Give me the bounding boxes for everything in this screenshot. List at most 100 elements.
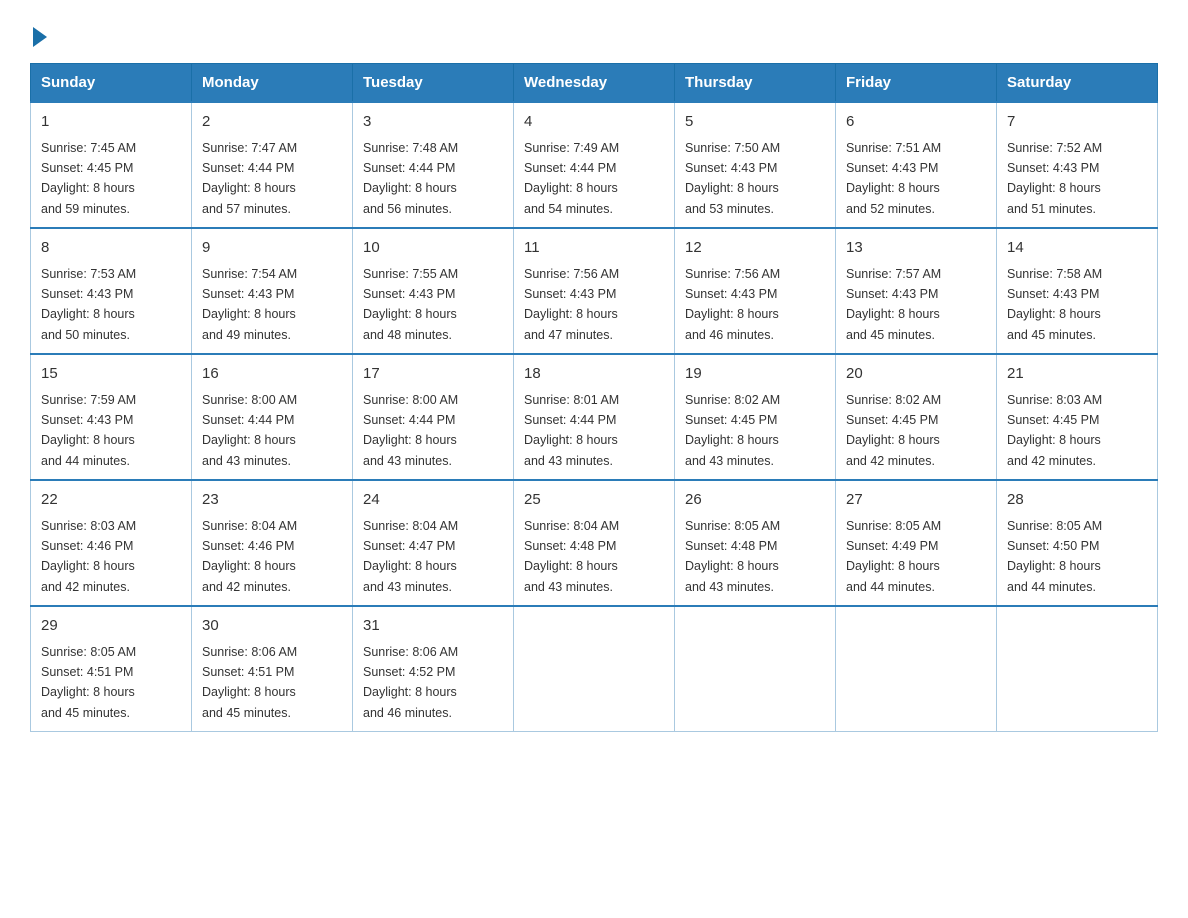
calendar-week-row: 1Sunrise: 7:45 AMSunset: 4:45 PMDaylight… (31, 102, 1158, 228)
day-number: 26 (685, 489, 825, 512)
calendar-day-cell (675, 606, 836, 732)
calendar-day-cell: 9 Sunrise: 7:54 AMSunset: 4:43 PMDaylight… (192, 228, 353, 354)
day-number: 24 (363, 489, 503, 512)
calendar-day-cell: 1Sunrise: 7:45 AMSunset: 4:45 PMDaylight… (31, 102, 192, 228)
day-number: 15 (41, 363, 181, 386)
day-info: Sunrise: 7:59 AMSunset: 4:43 PMDaylight:… (41, 393, 136, 468)
col-header-thursday: Thursday (675, 64, 836, 103)
day-number: 5 (685, 111, 825, 134)
day-info: Sunrise: 7:58 AMSunset: 4:43 PMDaylight:… (1007, 267, 1102, 342)
col-header-friday: Friday (836, 64, 997, 103)
day-number: 18 (524, 363, 664, 386)
calendar-day-cell: 13 Sunrise: 7:57 AMSunset: 4:43 PMDayligh… (836, 228, 997, 354)
calendar-table: SundayMondayTuesdayWednesdayThursdayFrid… (30, 63, 1158, 732)
day-info: Sunrise: 7:57 AMSunset: 4:43 PMDaylight:… (846, 267, 941, 342)
day-info: Sunrise: 7:53 AMSunset: 4:43 PMDaylight:… (41, 267, 136, 342)
calendar-day-cell: 7 Sunrise: 7:52 AMSunset: 4:43 PMDaylight… (997, 102, 1158, 228)
calendar-day-cell: 6Sunrise: 7:51 AMSunset: 4:43 PMDaylight… (836, 102, 997, 228)
day-info: Sunrise: 7:56 AMSunset: 4:43 PMDaylight:… (524, 267, 619, 342)
calendar-day-cell: 29Sunrise: 8:05 AMSunset: 4:51 PMDayligh… (31, 606, 192, 732)
day-number: 28 (1007, 489, 1147, 512)
day-number: 2 (202, 111, 342, 134)
calendar-day-cell: 27Sunrise: 8:05 AMSunset: 4:49 PMDayligh… (836, 480, 997, 606)
calendar-day-cell (514, 606, 675, 732)
calendar-day-cell: 31Sunrise: 8:06 AMSunset: 4:52 PMDayligh… (353, 606, 514, 732)
day-number: 29 (41, 615, 181, 638)
logo (30, 20, 47, 43)
day-number: 7 (1007, 111, 1147, 134)
day-info: Sunrise: 8:02 AMSunset: 4:45 PMDaylight:… (685, 393, 780, 468)
day-number: 30 (202, 615, 342, 638)
day-number: 22 (41, 489, 181, 512)
calendar-day-cell: 22 Sunrise: 8:03 AMSunset: 4:46 PMDayligh… (31, 480, 192, 606)
day-number: 8 (41, 237, 181, 260)
calendar-day-cell: 16 Sunrise: 8:00 AMSunset: 4:44 PMDayligh… (192, 354, 353, 480)
day-number: 10 (363, 237, 503, 260)
calendar-day-cell: 11 Sunrise: 7:56 AMSunset: 4:43 PMDayligh… (514, 228, 675, 354)
calendar-day-cell: 26 Sunrise: 8:05 AMSunset: 4:48 PMDayligh… (675, 480, 836, 606)
day-number: 12 (685, 237, 825, 260)
calendar-day-cell: 2 Sunrise: 7:47 AMSunset: 4:44 PMDaylight… (192, 102, 353, 228)
page-header (30, 20, 1158, 43)
calendar-day-cell: 12 Sunrise: 7:56 AMSunset: 4:43 PMDayligh… (675, 228, 836, 354)
day-info: Sunrise: 7:52 AMSunset: 4:43 PMDaylight:… (1007, 141, 1102, 216)
day-info: Sunrise: 8:00 AMSunset: 4:44 PMDaylight:… (363, 393, 458, 468)
calendar-day-cell: 5Sunrise: 7:50 AMSunset: 4:43 PMDaylight… (675, 102, 836, 228)
logo-arrow-icon (33, 27, 47, 47)
day-number: 25 (524, 489, 664, 512)
day-number: 16 (202, 363, 342, 386)
calendar-day-cell: 19 Sunrise: 8:02 AMSunset: 4:45 PMDayligh… (675, 354, 836, 480)
day-info: Sunrise: 8:01 AMSunset: 4:44 PMDaylight:… (524, 393, 619, 468)
calendar-day-cell: 10 Sunrise: 7:55 AMSunset: 4:43 PMDayligh… (353, 228, 514, 354)
day-number: 21 (1007, 363, 1147, 386)
calendar-day-cell: 24 Sunrise: 8:04 AMSunset: 4:47 PMDayligh… (353, 480, 514, 606)
day-info: Sunrise: 7:51 AMSunset: 4:43 PMDaylight:… (846, 141, 941, 216)
calendar-day-cell: 23Sunrise: 8:04 AMSunset: 4:46 PMDayligh… (192, 480, 353, 606)
day-info: Sunrise: 7:56 AMSunset: 4:43 PMDaylight:… (685, 267, 780, 342)
day-info: Sunrise: 7:47 AMSunset: 4:44 PMDaylight:… (202, 141, 297, 216)
col-header-tuesday: Tuesday (353, 64, 514, 103)
day-number: 9 (202, 237, 342, 260)
day-info: Sunrise: 8:02 AMSunset: 4:45 PMDaylight:… (846, 393, 941, 468)
col-header-saturday: Saturday (997, 64, 1158, 103)
day-info: Sunrise: 8:00 AMSunset: 4:44 PMDaylight:… (202, 393, 297, 468)
calendar-day-cell: 30 Sunrise: 8:06 AMSunset: 4:51 PMDayligh… (192, 606, 353, 732)
day-info: Sunrise: 7:45 AMSunset: 4:45 PMDaylight:… (41, 141, 136, 216)
calendar-day-cell: 17 Sunrise: 8:00 AMSunset: 4:44 PMDayligh… (353, 354, 514, 480)
calendar-week-row: 15 Sunrise: 7:59 AMSunset: 4:43 PMDayligh… (31, 354, 1158, 480)
calendar-day-cell: 8 Sunrise: 7:53 AMSunset: 4:43 PMDaylight… (31, 228, 192, 354)
day-info: Sunrise: 7:54 AMSunset: 4:43 PMDaylight:… (202, 267, 297, 342)
day-info: Sunrise: 8:05 AMSunset: 4:50 PMDaylight:… (1007, 519, 1102, 594)
calendar-week-row: 29Sunrise: 8:05 AMSunset: 4:51 PMDayligh… (31, 606, 1158, 732)
calendar-header-row: SundayMondayTuesdayWednesdayThursdayFrid… (31, 64, 1158, 103)
day-number: 11 (524, 237, 664, 260)
calendar-day-cell: 21 Sunrise: 8:03 AMSunset: 4:45 PMDayligh… (997, 354, 1158, 480)
day-info: Sunrise: 8:04 AMSunset: 4:48 PMDaylight:… (524, 519, 619, 594)
calendar-day-cell: 4Sunrise: 7:49 AMSunset: 4:44 PMDaylight… (514, 102, 675, 228)
day-info: Sunrise: 8:05 AMSunset: 4:49 PMDaylight:… (846, 519, 941, 594)
day-number: 4 (524, 111, 664, 134)
day-info: Sunrise: 8:03 AMSunset: 4:46 PMDaylight:… (41, 519, 136, 594)
day-number: 31 (363, 615, 503, 638)
day-info: Sunrise: 7:48 AMSunset: 4:44 PMDaylight:… (363, 141, 458, 216)
calendar-week-row: 22 Sunrise: 8:03 AMSunset: 4:46 PMDayligh… (31, 480, 1158, 606)
day-info: Sunrise: 8:04 AMSunset: 4:47 PMDaylight:… (363, 519, 458, 594)
calendar-week-row: 8 Sunrise: 7:53 AMSunset: 4:43 PMDaylight… (31, 228, 1158, 354)
day-info: Sunrise: 7:55 AMSunset: 4:43 PMDaylight:… (363, 267, 458, 342)
day-number: 13 (846, 237, 986, 260)
calendar-day-cell: 20Sunrise: 8:02 AMSunset: 4:45 PMDayligh… (836, 354, 997, 480)
day-number: 3 (363, 111, 503, 134)
day-info: Sunrise: 8:03 AMSunset: 4:45 PMDaylight:… (1007, 393, 1102, 468)
day-number: 19 (685, 363, 825, 386)
calendar-day-cell: 25 Sunrise: 8:04 AMSunset: 4:48 PMDayligh… (514, 480, 675, 606)
calendar-day-cell (836, 606, 997, 732)
calendar-day-cell: 18 Sunrise: 8:01 AMSunset: 4:44 PMDayligh… (514, 354, 675, 480)
logo-top (30, 25, 47, 47)
calendar-day-cell: 28 Sunrise: 8:05 AMSunset: 4:50 PMDayligh… (997, 480, 1158, 606)
col-header-sunday: Sunday (31, 64, 192, 103)
day-number: 17 (363, 363, 503, 386)
day-info: Sunrise: 8:06 AMSunset: 4:51 PMDaylight:… (202, 645, 297, 720)
day-info: Sunrise: 8:05 AMSunset: 4:48 PMDaylight:… (685, 519, 780, 594)
col-header-monday: Monday (192, 64, 353, 103)
col-header-wednesday: Wednesday (514, 64, 675, 103)
